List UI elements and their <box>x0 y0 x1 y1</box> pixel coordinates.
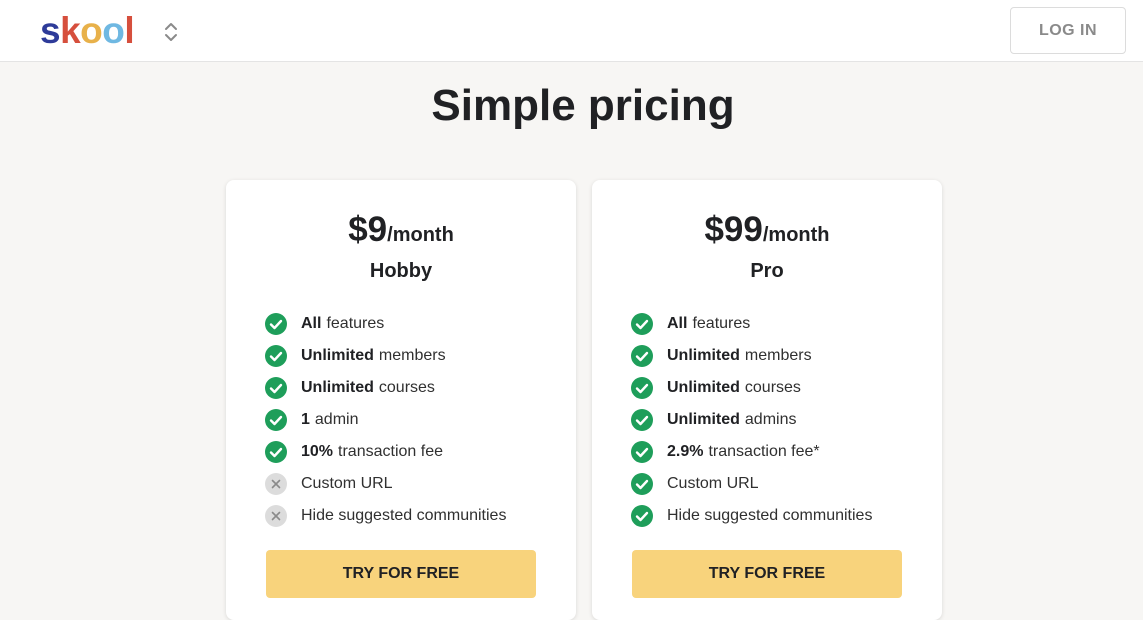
feature-item: Hide suggested communities <box>265 500 506 532</box>
price: $9/month <box>226 208 576 259</box>
logo-letter: o <box>80 10 103 51</box>
x-circle-icon <box>265 473 287 495</box>
feature-item: Unlimited admins <box>631 404 872 436</box>
feature-item: Unlimited members <box>631 340 872 372</box>
check-circle-icon <box>265 409 287 431</box>
feature-item: All features <box>265 308 506 340</box>
feature-text: Hide suggested communities <box>667 507 873 524</box>
feature-text: Hide suggested communities <box>301 507 507 524</box>
feature-list: All features Unlimited members Unlimited cour… <box>265 308 506 532</box>
check-circle-icon <box>265 345 287 367</box>
feature-text: courses <box>378 379 435 396</box>
top-bar: skool LOG IN <box>0 0 1143 62</box>
price-period: /month <box>387 224 454 246</box>
feature-emphasis: Unlimited <box>667 347 740 364</box>
feature-item: 10% transaction fee <box>265 436 506 468</box>
feature-text: members <box>744 347 812 364</box>
feature-text: features <box>692 315 751 332</box>
check-circle-icon <box>631 505 653 527</box>
check-circle-icon <box>631 377 653 399</box>
price-amount: $99 <box>704 210 763 249</box>
try-for-free-button[interactable]: TRY FOR FREE <box>632 550 902 598</box>
feature-emphasis: Unlimited <box>301 347 374 364</box>
plan-name: Pro <box>750 260 784 282</box>
feature-item: Hide suggested communities <box>631 500 872 532</box>
feature-item: Unlimited courses <box>265 372 506 404</box>
price-period: /month <box>762 224 830 246</box>
feature-item: 2.9% transaction fee* <box>631 436 872 468</box>
feature-text: members <box>378 347 446 364</box>
feature-emphasis: All <box>301 315 322 332</box>
price-amount: $9 <box>348 210 388 249</box>
check-circle-icon <box>631 441 653 463</box>
feature-emphasis: 10% <box>301 443 334 460</box>
feature-emphasis: 1 <box>301 411 310 428</box>
pricing-card-hobby: $9/month Hobby All features Unlimited membe… <box>226 180 576 620</box>
try-for-free-button[interactable]: TRY FOR FREE <box>266 550 536 598</box>
plan-name: Hobby <box>369 260 433 282</box>
price: $99/month <box>592 208 942 259</box>
feature-text: courses <box>744 379 801 396</box>
feature-text: Custom URL <box>301 475 393 492</box>
check-circle-icon <box>631 313 653 335</box>
logo-letter: o <box>102 10 125 51</box>
check-circle-icon <box>631 345 653 367</box>
feature-item: Custom URL <box>631 468 872 500</box>
feature-item: 1 admin <box>265 404 506 436</box>
pricing-card-pro: $99/month Pro All features Unlimited member… <box>592 180 942 620</box>
feature-item: All features <box>631 308 872 340</box>
check-circle-icon <box>265 313 287 335</box>
x-circle-icon <box>265 505 287 527</box>
login-button[interactable]: LOG IN <box>1010 7 1126 54</box>
check-circle-icon <box>631 409 653 431</box>
feature-item: Custom URL <box>265 468 506 500</box>
logo-letter: s <box>40 10 61 51</box>
check-circle-icon <box>631 473 653 495</box>
feature-emphasis: All <box>667 315 688 332</box>
skool-logo[interactable]: skool <box>40 8 135 54</box>
feature-text: transaction fee* <box>708 443 820 460</box>
feature-list: All features Unlimited members Unlimited cour… <box>631 308 872 532</box>
feature-emphasis: Unlimited <box>301 379 374 396</box>
feature-item: Unlimited courses <box>631 372 872 404</box>
feature-item: Unlimited members <box>265 340 506 372</box>
feature-text: Custom URL <box>667 475 759 492</box>
feature-emphasis: Unlimited <box>667 411 740 428</box>
check-circle-icon <box>265 377 287 399</box>
page-title: Simple pricing <box>431 81 735 130</box>
check-circle-icon <box>265 441 287 463</box>
feature-emphasis: 2.9% <box>667 443 704 460</box>
feature-text: admins <box>744 411 797 428</box>
feature-text: transaction fee <box>338 443 443 460</box>
feature-text: features <box>326 315 385 332</box>
logo-letter: k <box>60 10 81 51</box>
chevron-up-down-icon[interactable] <box>160 19 182 45</box>
feature-emphasis: Unlimited <box>667 379 740 396</box>
feature-text: admin <box>314 411 359 428</box>
logo-letter: l <box>124 10 135 51</box>
